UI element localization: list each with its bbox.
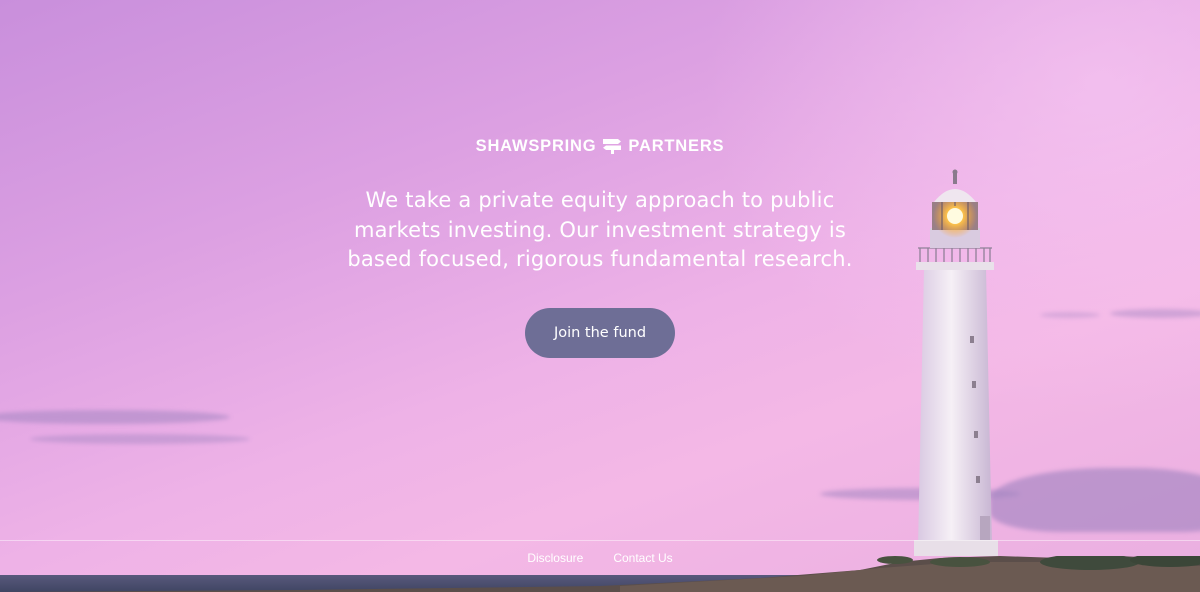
- hero-content: SHAWSPRING PARTNERS We take a private eq…: [300, 0, 900, 592]
- cloud: [30, 434, 250, 444]
- brand-name-left: SHAWSPRING: [475, 136, 597, 155]
- hero-tagline: We take a private equity approach to pub…: [347, 188, 853, 271]
- brand-name-right: PARTNERS: [628, 136, 725, 155]
- contact-us-link[interactable]: Contact Us: [613, 551, 672, 569]
- disclosure-link[interactable]: Disclosure: [527, 551, 583, 569]
- cloud: [1110, 309, 1200, 318]
- brand-logo[interactable]: SHAWSPRING PARTNERS: [300, 134, 900, 158]
- join-fund-button[interactable]: Join the fund: [525, 308, 675, 358]
- footer-divider: [0, 540, 1200, 541]
- cloud: [0, 410, 230, 424]
- cloud: [1040, 312, 1100, 318]
- lighthouse-image: [914, 169, 998, 556]
- footer-nav: Disclosure Contact Us: [0, 551, 1200, 569]
- signpost-icon: [603, 139, 622, 154]
